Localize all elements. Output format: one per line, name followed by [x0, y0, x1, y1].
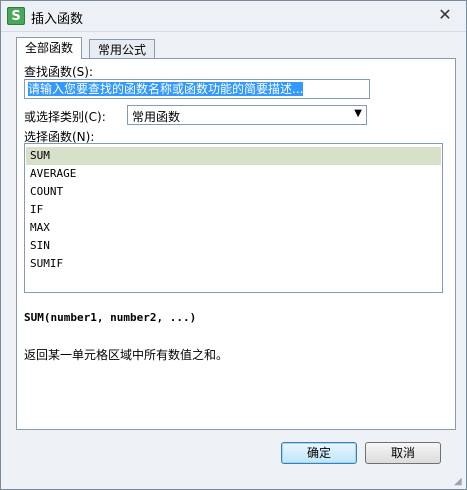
- title-bar[interactable]: S 插入函数 ✕: [1, 1, 466, 32]
- search-input-value: 请输入您要查找的函数名称或函数功能的简要描述...: [28, 82, 304, 96]
- resize-grip-icon[interactable]: ◢: [454, 477, 464, 487]
- function-description: 返回某一单元格区域中所有数值之和。: [24, 348, 229, 362]
- list-item[interactable]: SUM: [26, 147, 441, 165]
- list-item[interactable]: SIN: [26, 237, 441, 255]
- tab-common-formulas[interactable]: 常用公式: [89, 39, 156, 59]
- category-select[interactable]: 常用函数 ▼: [127, 105, 367, 125]
- ok-button[interactable]: 确定: [281, 442, 357, 464]
- close-icon[interactable]: ✕: [434, 5, 456, 25]
- function-syntax: SUM(number1, number2, ...): [24, 311, 197, 324]
- list-item[interactable]: IF: [26, 201, 441, 219]
- dialog-title: 插入函数: [31, 12, 84, 27]
- list-item[interactable]: SUMIF: [26, 255, 441, 273]
- tab-all-functions[interactable]: 全部函数: [16, 37, 83, 59]
- insert-function-dialog: S 插入函数 ✕ 全部函数 常用公式 查找函数(S): 请输入您要查找的函数名称…: [0, 0, 467, 490]
- list-item[interactable]: MAX: [26, 219, 441, 237]
- app-logo-icon: S: [7, 7, 25, 25]
- category-select-value: 常用函数: [132, 110, 181, 124]
- category-label: 或选择类别(C):: [24, 110, 106, 124]
- search-label: 查找函数(S):: [24, 65, 94, 79]
- search-input[interactable]: 请输入您要查找的函数名称或函数功能的简要描述...: [24, 79, 370, 99]
- list-item[interactable]: AVERAGE: [26, 165, 441, 183]
- chevron-down-icon[interactable]: ▼: [354, 108, 362, 119]
- list-item[interactable]: COUNT: [26, 183, 441, 201]
- cancel-button[interactable]: 取消: [365, 442, 441, 464]
- function-listbox[interactable]: SUM AVERAGE COUNT IF MAX SIN SUMIF: [24, 143, 443, 293]
